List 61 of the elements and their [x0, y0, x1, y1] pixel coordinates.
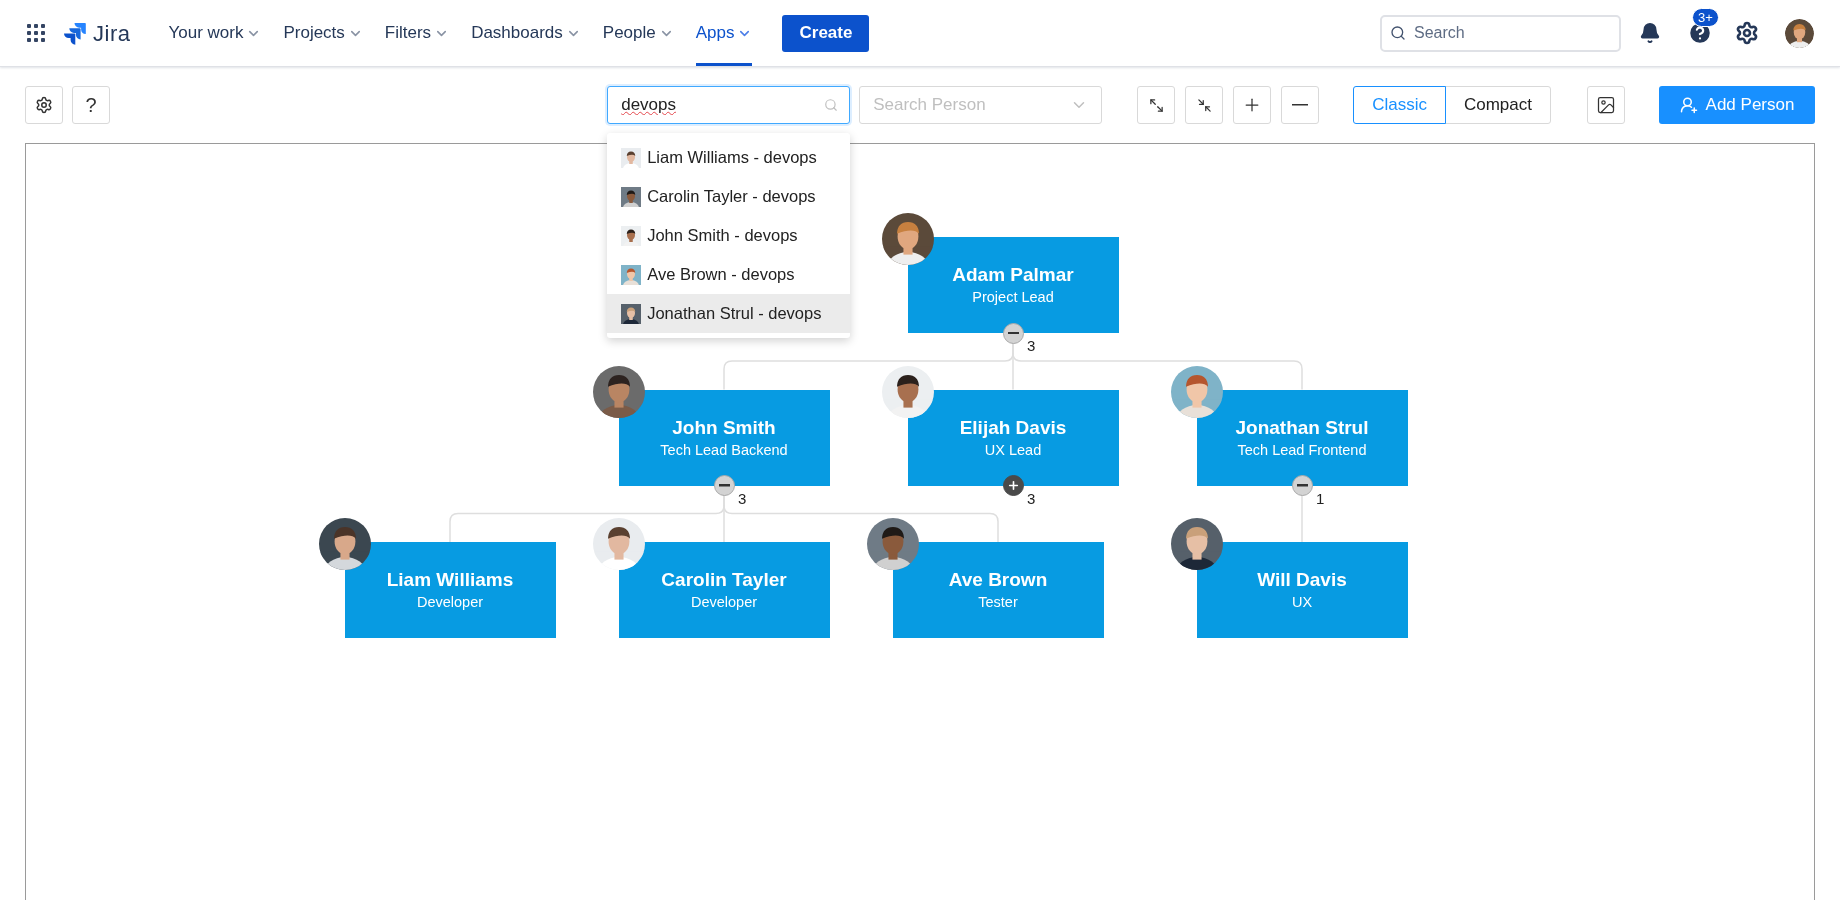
settings-icon[interactable]	[1735, 21, 1759, 45]
export-image-button[interactable]	[1587, 86, 1625, 124]
child-count: 3	[738, 489, 747, 508]
person-role: Tech Lead Backend	[660, 440, 788, 460]
nav-menu[interactable]: Filters	[376, 0, 458, 66]
app-grid-icon[interactable]	[26, 23, 46, 43]
person-name: John Smith	[672, 415, 776, 440]
user-plus-icon	[1679, 96, 1698, 114]
child-count: 3	[1027, 337, 1036, 355]
search-result[interactable]: Liam Williams - devops	[607, 138, 851, 177]
active-indicator	[695, 63, 753, 66]
person-role: Tech Lead Frontend	[1237, 440, 1367, 460]
nav-menu[interactable]: People	[594, 0, 682, 66]
person-name: Elijah Davis	[959, 415, 1067, 440]
person-role: UX Lead	[984, 440, 1042, 460]
minus-icon	[1292, 104, 1309, 106]
image-icon	[1596, 95, 1616, 115]
logo-icon	[63, 21, 87, 45]
person-name: Ave Brown	[948, 568, 1048, 592]
person-role: Tester	[978, 593, 1018, 612]
settings-icon	[35, 96, 53, 114]
person-name: Jonathan Strul	[1235, 415, 1369, 440]
minus-icon	[1007, 331, 1019, 335]
create-button[interactable]: Create	[782, 14, 870, 52]
search-result[interactable]: John Smith - devops	[607, 216, 851, 255]
search-result[interactable]: Carolin Tayler - devops	[607, 177, 851, 216]
person-role: Developer	[690, 593, 758, 612]
search-result[interactable]: Ave Brown - devops	[607, 255, 851, 294]
view-mode-tab[interactable]: Compact	[1444, 86, 1551, 124]
nav-menu[interactable]: Projects	[275, 0, 371, 66]
person-role: Project Lead	[972, 288, 1054, 307]
app-name: Jira	[93, 19, 131, 48]
child-count: 1	[1316, 489, 1325, 508]
search-icon	[1390, 25, 1406, 41]
person-role: Developer	[416, 593, 484, 612]
settings-button[interactable]	[25, 86, 63, 124]
shrink-icon	[1196, 97, 1212, 113]
expand-button[interactable]	[1137, 86, 1176, 124]
help-button[interactable]: ?	[72, 86, 110, 124]
person-name: Will Davis	[1257, 568, 1347, 592]
search-icon	[824, 98, 839, 112]
zoom-in-button[interactable]	[1233, 86, 1272, 124]
person-role: UX	[1291, 593, 1313, 612]
plus-icon	[1006, 479, 1020, 492]
minus-icon	[1296, 484, 1308, 487]
expand-icon	[1148, 97, 1164, 113]
notification-badge: 3+	[1692, 8, 1719, 27]
minus-icon	[718, 484, 730, 487]
person-name: Carolin Tayler	[661, 568, 787, 592]
person-name: Adam Palmar	[952, 263, 1074, 287]
nav-menu[interactable]: Apps	[687, 0, 761, 66]
nav-menu[interactable]: Dashboards	[463, 0, 589, 66]
search-field[interactable]: Search	[1380, 14, 1621, 52]
search-result[interactable]: Jonathan Strul - devops	[607, 294, 851, 333]
nav-menu[interactable]: Your work	[160, 0, 270, 66]
shrink-button[interactable]	[1185, 86, 1224, 124]
bell-icon[interactable]	[1639, 22, 1661, 44]
zoom-out-button[interactable]	[1281, 86, 1320, 124]
search-field[interactable]: devops	[607, 86, 851, 124]
child-count: 3	[1027, 489, 1036, 508]
person-name: Liam Williams	[386, 568, 514, 592]
